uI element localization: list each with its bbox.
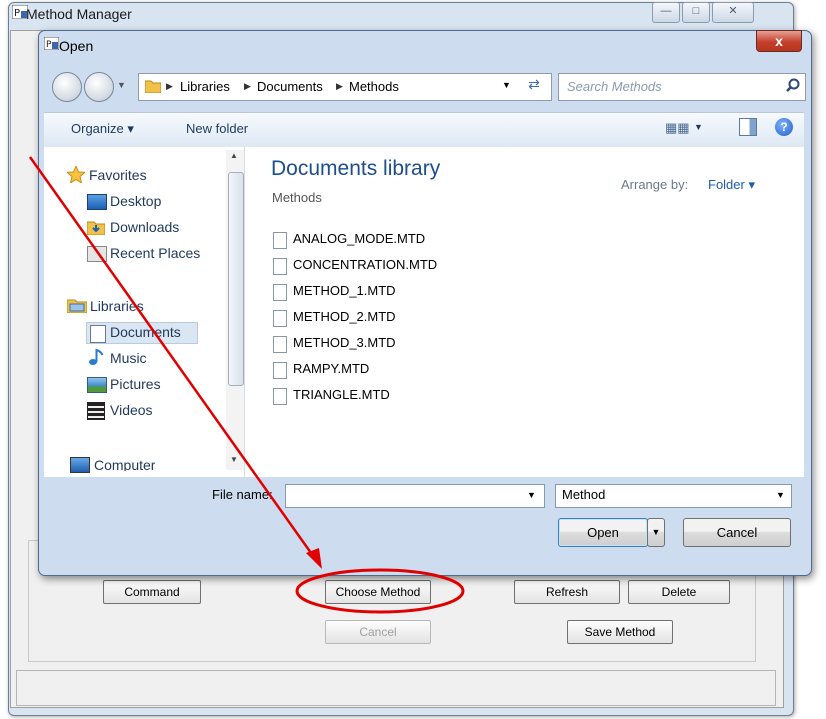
annotation-arrow-line <box>28 156 318 561</box>
annotation-ellipse <box>295 568 465 614</box>
annotation-overlay <box>28 156 465 614</box>
